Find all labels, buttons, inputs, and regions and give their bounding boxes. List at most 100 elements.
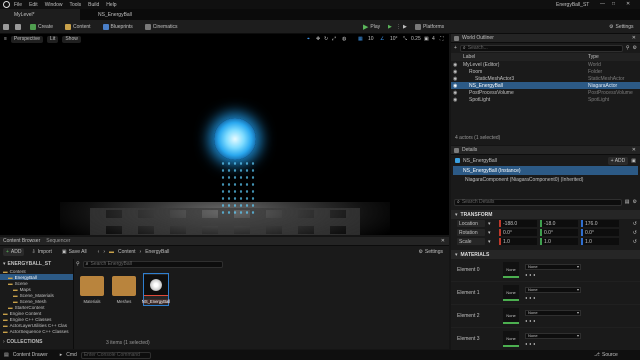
menu-item-edit[interactable]: Edit [29, 2, 38, 8]
cb-import-button[interactable]: ⇩ Import [28, 248, 54, 256]
lit-button[interactable]: Lit [47, 35, 59, 43]
nav-back-icon[interactable]: ‹ [98, 249, 100, 255]
console-input[interactable]: Enter Console Command [80, 351, 151, 359]
material-thumbnail[interactable]: None [503, 331, 519, 347]
material-select[interactable]: None ▾ [525, 286, 581, 293]
visibility-eye-icon[interactable]: ◉ [451, 62, 460, 68]
transform-row-label[interactable]: Location [457, 220, 485, 227]
use-selected-icon[interactable]: ◂ [529, 341, 531, 346]
cinematics-button[interactable]: Cinematics [142, 23, 181, 31]
cb-settings-button[interactable]: ⚙ Settings [415, 248, 446, 256]
browse-icon[interactable]: ◂ [525, 272, 527, 277]
menu-item-build[interactable]: Build [88, 2, 99, 8]
camera-speed-value[interactable]: 4 [432, 36, 435, 42]
asset-tile[interactable]: Materials [79, 273, 105, 305]
outliner-filter-icon[interactable]: ⚲ [626, 45, 630, 51]
asset-filter-icon[interactable]: ⚲ [76, 261, 80, 267]
transform-z-field[interactable]: 1.0 [581, 238, 619, 245]
reset-icon[interactable]: ↺ [633, 230, 637, 236]
visibility-eye-icon[interactable]: ◉ [451, 97, 460, 103]
material-select[interactable]: None ▾ [525, 263, 581, 270]
reset-material-icon[interactable]: ◂ [533, 341, 535, 346]
path-energyball[interactable]: EnergyBall [145, 249, 169, 255]
menu-item-file[interactable]: File [14, 2, 22, 8]
minimize-button[interactable]: — [600, 1, 605, 7]
transform-z-field[interactable]: 0.0° [581, 229, 619, 236]
transform-x-field[interactable]: 0.0° [499, 229, 537, 236]
menu-item-tools[interactable]: Tools [69, 2, 81, 8]
browse-icon[interactable]: ◂ [525, 318, 527, 323]
transform-y-field[interactable]: 1.0 [540, 238, 578, 245]
transform-x-field[interactable]: -188.0 [499, 220, 537, 227]
tab-sequencer[interactable]: Sequencer [46, 238, 70, 244]
details-component-row[interactable]: NiagaraComponent (NiagaraComponent0) (In… [451, 175, 640, 184]
play-more-icon[interactable]: ⋮ [396, 24, 401, 30]
details-instance-row[interactable]: NS_EnergyBall (Instance) [453, 166, 638, 175]
asset-search-input[interactable]: ⌕ Search EnergyBall [82, 260, 223, 268]
maximize-viewport-icon[interactable]: ⛶ [440, 36, 444, 42]
outliner-row[interactable]: ◉ SpotLight SpotLight [451, 96, 640, 103]
transform-y-field[interactable]: -18.0 [540, 220, 578, 227]
use-selected-icon[interactable]: ◂ [529, 318, 531, 323]
details-lock-icon[interactable]: ▤ [625, 199, 630, 205]
material-thumbnail[interactable]: None [503, 308, 519, 324]
cb-close-icon[interactable]: ✕ [441, 238, 445, 244]
mode-select-icon[interactable] [15, 23, 21, 30]
scale-snap-value[interactable]: 0.25 [411, 36, 421, 42]
select-mode-icon[interactable]: ⌖ [307, 36, 310, 42]
launch-icon[interactable]: ▶ [403, 24, 407, 30]
tab-level[interactable]: MyLevel* [0, 9, 80, 20]
reset-material-icon[interactable]: ◂ [533, 272, 535, 277]
menu-item-window[interactable]: Window [45, 2, 63, 8]
outliner-add-icon[interactable]: + [454, 45, 457, 51]
reset-material-icon[interactable]: ◂ [533, 295, 535, 300]
camera-speed-icon[interactable]: ▣ [424, 36, 429, 42]
viewport-options-icon[interactable]: ≡ [4, 36, 7, 42]
transform-y-field[interactable]: 0.0° [540, 229, 578, 236]
maximize-button[interactable]: □ [612, 1, 615, 7]
grid-snap-value[interactable]: 10 [368, 36, 374, 42]
rotation-snap-value[interactable]: 10° [390, 36, 398, 42]
translate-icon[interactable]: ✥ [316, 36, 320, 42]
play-button[interactable]: ▶ Play [360, 23, 383, 31]
create-button[interactable]: Create [27, 23, 56, 31]
material-thumbnail[interactable]: None [503, 285, 519, 301]
world-icon[interactable]: ◍ [342, 36, 346, 42]
transform-dropdown-icon[interactable]: ▾ [488, 221, 496, 227]
material-select[interactable]: None ▾ [525, 309, 581, 316]
collections-header[interactable]: › COLLECTIONS [0, 337, 74, 346]
add-component-button[interactable]: + ADD [607, 156, 629, 165]
folder-tree-item[interactable]: ▬ ActorLayerUtilities C++ Clas [0, 322, 73, 328]
content-button[interactable]: Content [62, 23, 94, 31]
cb-save-all-button[interactable]: ▣ Save All [59, 248, 90, 256]
play-options-icon[interactable]: ▶ [388, 24, 392, 30]
browse-icon[interactable]: ◂ [525, 295, 527, 300]
blueprints-button[interactable]: Blueprints [100, 23, 136, 31]
visibility-eye-icon[interactable]: ◉ [451, 90, 460, 96]
blueprint-icon[interactable]: ▣ [631, 158, 636, 164]
visibility-eye-icon[interactable]: ◉ [451, 83, 460, 89]
folder-tree-item[interactable]: ▬ ActorSequence C++ Classes [0, 328, 73, 334]
cb-add-button[interactable]: + ADD [3, 248, 25, 256]
visibility-eye-icon[interactable]: ◉ [451, 76, 460, 82]
asset-tile[interactable]: NS_EnergyBall [141, 273, 171, 306]
outliner-col-label[interactable]: Label [463, 54, 588, 60]
material-select[interactable]: None ▾ [525, 332, 581, 339]
materials-header[interactable]: ▾ MATERIALS [451, 250, 640, 259]
outliner-row[interactable]: ◉ Room Folder [451, 68, 640, 75]
asset-tile[interactable]: Meshes [111, 273, 137, 305]
close-icon[interactable]: ✕ [626, 1, 630, 7]
outliner-search-input[interactable]: ⌕ Search... [459, 44, 623, 52]
outliner-row[interactable]: ◉ PostProcessVolume PostProcessVolume [451, 89, 640, 96]
transform-dropdown-icon[interactable]: ▾ [488, 239, 496, 245]
menu-item-help[interactable]: Help [106, 2, 116, 8]
tab-asset[interactable]: NS_EnergyBall [80, 9, 150, 20]
content-drawer-button[interactable]: Content Drawer [13, 352, 48, 358]
grid-snap-icon[interactable]: ▦ [358, 36, 363, 42]
tab-content-browser[interactable]: Content Browser [3, 238, 40, 244]
scale-icon[interactable]: ⤢ [332, 36, 336, 42]
settings-button[interactable]: ⚙ Settings [606, 23, 637, 31]
transform-x-field[interactable]: 1.0 [499, 238, 537, 245]
outliner-row[interactable]: ◉ StaticMeshActor3 StaticMeshActor [451, 75, 640, 82]
details-close-icon[interactable]: ✕ [632, 147, 636, 153]
